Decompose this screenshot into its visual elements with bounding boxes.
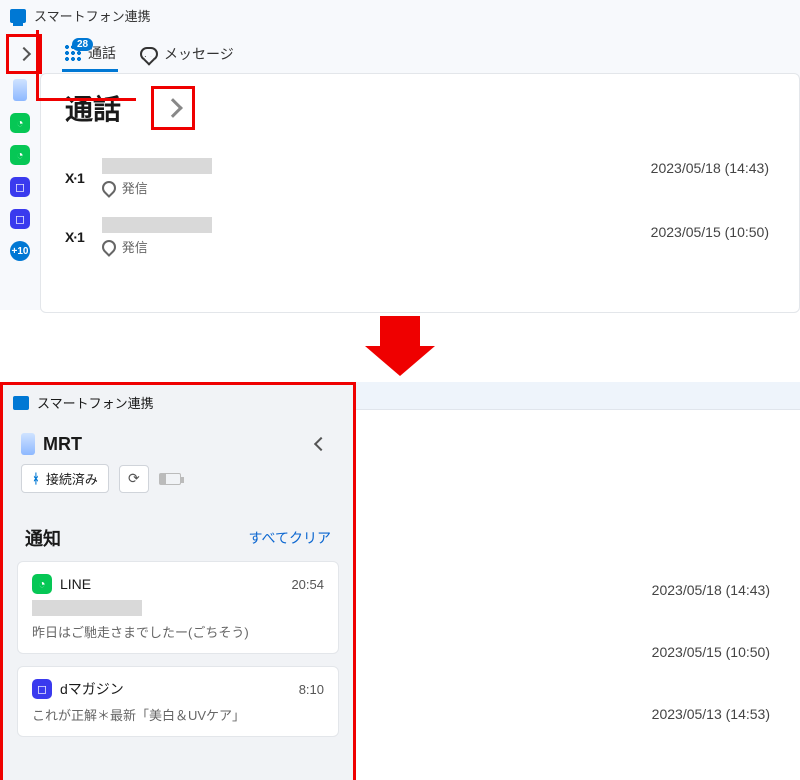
arrow-down-icon (380, 316, 420, 346)
notification-card[interactable]: ◻ dマガジン 8:10 これが正解＊最新「美白＆UVケア」 (17, 666, 339, 737)
expanded-main-area: 2023/05/18 (14:43) 2023/05/15 (10:50) 20… (356, 382, 800, 780)
chevron-right-icon (17, 47, 31, 61)
arrow-down-head-icon (365, 346, 435, 376)
clear-all-button[interactable]: すべてクリア (249, 528, 331, 548)
line-app-icon[interactable]: ◔ (10, 113, 30, 133)
apps-badge: 28 (72, 38, 93, 51)
notification-body: これが正解＊最新「美白＆UVケア」 (32, 705, 324, 724)
expanded-sidebar: スマートフォン連携 MRT ᚼ 接続済み ⟳ (0, 382, 356, 780)
more-apps-badge[interactable]: +10 (10, 241, 30, 261)
app-title: スマートフォン連携 (37, 393, 154, 412)
notifications-heading: 通知 (25, 525, 61, 551)
phone-device-icon (21, 433, 35, 455)
call-timestamp: 2023/05/15 (10:50) (652, 644, 770, 660)
caller-name-redacted (102, 217, 212, 233)
refresh-button[interactable]: ⟳ (119, 465, 149, 493)
titlebar: スマートフォン連携 (0, 0, 800, 31)
device-status-row: ᚼ 接続済み ⟳ (3, 464, 353, 507)
caller-avatar-icon: X·1 (65, 170, 84, 186)
dmagazine-app-icon: ◻ (32, 679, 52, 699)
bluetooth-status-chip[interactable]: ᚼ 接続済み (21, 464, 109, 493)
line-app-icon: ◔ (32, 574, 52, 594)
notification-app-name: dマガジン (60, 679, 124, 699)
refresh-icon: ⟳ (128, 470, 140, 487)
expanded-state-window: スマートフォン連携 MRT ᚼ 接続済み ⟳ (0, 382, 800, 780)
call-timestamps-column: 2023/05/18 (14:43) 2023/05/15 (10:50) 20… (652, 582, 770, 722)
notification-card[interactable]: ◔ LINE 20:54 昨日はご馳走さまでしたー(ごちそう) (17, 561, 339, 654)
collapse-sidebar-button[interactable] (307, 430, 335, 458)
call-timestamp: 2023/05/18 (14:43) (652, 582, 770, 598)
caller-avatar-icon: X·1 (65, 229, 84, 245)
app-icon (10, 9, 26, 23)
chevron-left-icon (314, 437, 328, 451)
message-bubble-icon: ⋯ (140, 47, 158, 61)
notification-app-name: LINE (60, 576, 91, 592)
device-name-row: MRT (21, 433, 82, 455)
tab-messages-label: メッセージ (164, 44, 234, 64)
notification-time: 8:10 (299, 682, 324, 697)
page-heading: 通話 (65, 88, 121, 128)
titlebar: スマートフォン連携 (3, 385, 353, 420)
device-name: MRT (43, 434, 82, 455)
call-timestamp: 2023/05/18 (14:43) (651, 160, 769, 176)
notification-time: 20:54 (291, 577, 324, 592)
collapsed-state-window: スマートフォン連携 28 通話 ⋯ メッセージ ◔ ◔ ◻ ◻ +10 (0, 0, 800, 310)
call-direction: 発信 (122, 178, 148, 197)
call-row[interactable]: X·1 発信 2023/05/18 (14:43) (65, 148, 775, 207)
line-app-icon-2[interactable]: ◔ (10, 145, 30, 165)
titlebar-strip (356, 382, 800, 410)
icon-sidebar: ◔ ◔ ◻ ◻ +10 (0, 73, 40, 313)
expand-sidebar-button[interactable] (6, 34, 42, 74)
notification-sender-redacted (32, 600, 142, 616)
call-timestamp: 2023/05/15 (10:50) (651, 224, 769, 240)
phone-device-icon[interactable] (13, 79, 27, 101)
battery-icon (159, 473, 181, 485)
call-row[interactable]: X·1 発信 2023/05/15 (10:50) (65, 207, 775, 266)
notification-body: 昨日はご馳走さまでしたー(ごちそう) (32, 622, 324, 641)
outgoing-call-icon (99, 237, 119, 257)
transition-arrow (0, 310, 800, 382)
notification-app-icon[interactable]: ◻ (10, 177, 30, 197)
tabbar: 28 通話 ⋯ メッセージ (0, 31, 800, 73)
expand-panel-button[interactable] (151, 86, 195, 130)
app-title: スマートフォン連携 (34, 6, 151, 25)
bluetooth-icon: ᚼ (32, 471, 40, 486)
tab-calls[interactable]: 28 通話 (62, 37, 118, 72)
call-timestamp: 2023/05/13 (14:53) (652, 706, 770, 722)
app-icon (13, 396, 29, 410)
outgoing-call-icon (99, 178, 119, 198)
chevron-right-large-icon (163, 98, 183, 118)
caller-name-redacted (102, 158, 212, 174)
apps-grid-icon: 28 (64, 44, 82, 62)
calls-panel: 通話 X·1 発信 2023/05/18 (14:43) X·1 (40, 73, 800, 313)
bluetooth-status-label: 接続済み (46, 469, 98, 488)
call-direction: 発信 (122, 237, 148, 256)
notification-app-icon-2[interactable]: ◻ (10, 209, 30, 229)
tab-messages[interactable]: ⋯ メッセージ (138, 38, 236, 70)
